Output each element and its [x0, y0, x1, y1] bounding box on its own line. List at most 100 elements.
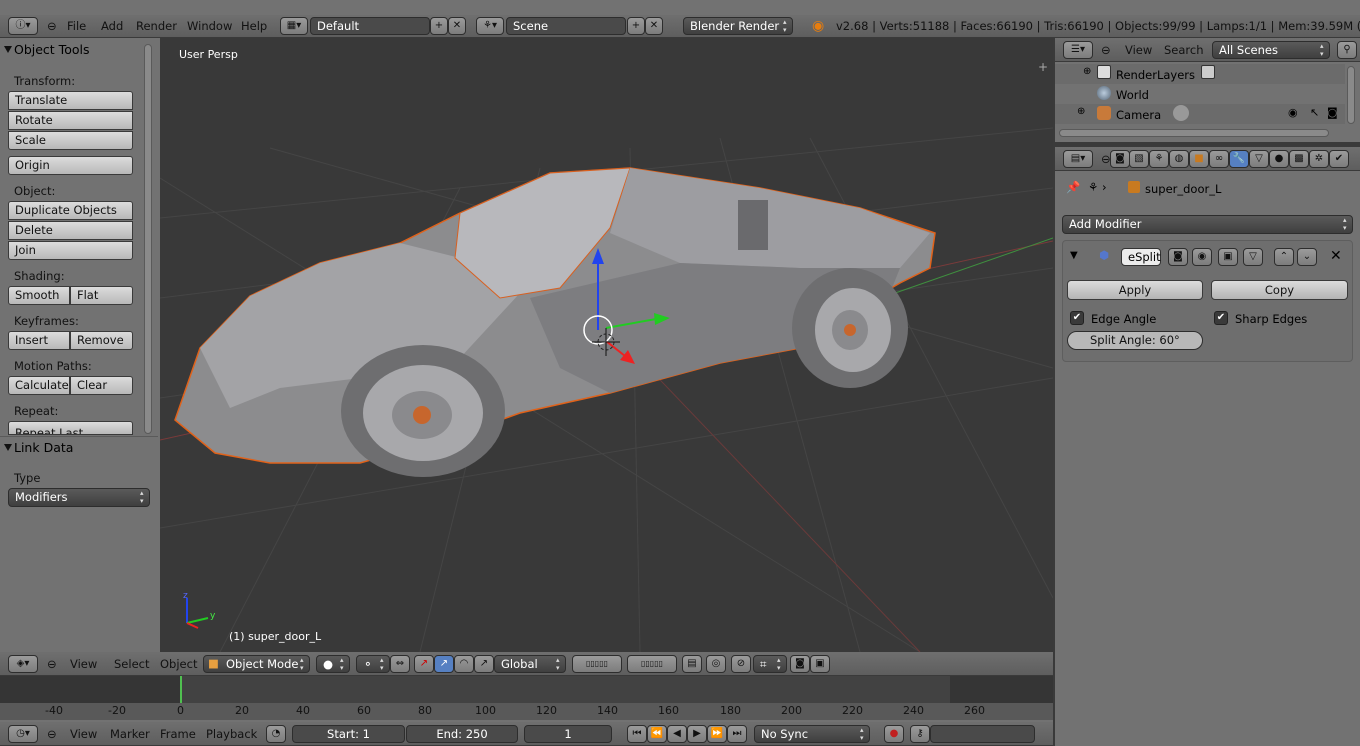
add-layout-button[interactable]: + — [430, 17, 448, 35]
tab-layers-icon[interactable]: ▧ — [1129, 150, 1149, 168]
pivot-dropdown[interactable]: ⚬ — [356, 655, 390, 673]
tab-render-icon[interactable]: ◙ — [1110, 150, 1130, 168]
add-modifier-dropdown[interactable]: Add Modifier — [1062, 215, 1353, 234]
snap-icon[interactable]: ⊘ — [731, 655, 751, 673]
play-icon[interactable]: ▶ — [687, 725, 707, 743]
delete-button[interactable]: Delete — [8, 221, 133, 240]
menu-view-timeline[interactable]: View — [70, 723, 97, 745]
outliner-menu-search[interactable]: Search — [1164, 39, 1204, 61]
modifier-render-icon[interactable]: ◙ — [1168, 248, 1188, 266]
outliner-menu-view[interactable]: View — [1125, 39, 1152, 61]
object-tools-header[interactable]: Object Tools — [0, 40, 89, 60]
start-frame-field[interactable]: Start: 1 — [292, 725, 405, 743]
tab-particles-icon[interactable]: ✲ — [1309, 150, 1329, 168]
duplicate-objects-button[interactable]: Duplicate Objects — [8, 201, 133, 220]
outliner-item-renderlayers[interactable]: RenderLayers — [1116, 68, 1195, 82]
rotate-button[interactable]: Rotate — [8, 111, 133, 130]
sync-dropdown[interactable]: No Sync — [754, 725, 870, 743]
link-data-header[interactable]: Link Data — [0, 438, 73, 458]
menu-view[interactable]: View — [70, 653, 97, 675]
flat-button[interactable]: Flat — [70, 286, 133, 305]
scale-button[interactable]: Scale — [8, 131, 133, 150]
render-still-icon[interactable]: ◙ — [790, 655, 810, 673]
menu-frame[interactable]: Frame — [160, 723, 196, 745]
modifier-cage-icon[interactable]: ▽ — [1243, 248, 1263, 266]
outliner-row[interactable]: World — [1055, 84, 1345, 104]
add-scene-button[interactable]: + — [627, 17, 645, 35]
current-frame-field[interactable]: 1 — [524, 725, 612, 743]
calculate-button[interactable]: Calculate — [8, 376, 70, 395]
tab-world-icon[interactable]: ◍ — [1169, 150, 1189, 168]
timeline-area[interactable]: -40 -20 0 20 40 60 80 100 120 140 160 18… — [0, 676, 1053, 720]
layout-icon[interactable]: ▦▾ — [280, 17, 308, 35]
orientation-icon[interactable]: ↗ — [474, 655, 494, 673]
translate-button[interactable]: Translate — [8, 91, 133, 110]
manipulator-icon[interactable]: ⇔ — [390, 655, 410, 673]
modifier-collapse-icon[interactable]: ▼ — [1070, 250, 1078, 261]
outliner-search-icon[interactable]: ⚲ — [1337, 41, 1357, 59]
split-angle-field[interactable]: Split Angle: 60° — [1067, 331, 1203, 350]
proportional-icon[interactable]: ◎ — [706, 655, 726, 673]
outliner-item-camera[interactable]: Camera — [1116, 108, 1161, 122]
remove-scene-button[interactable]: ✕ — [645, 17, 663, 35]
menu-object[interactable]: Object — [160, 653, 197, 675]
outliner-item-world[interactable]: World — [1116, 88, 1149, 102]
preview-range-icon[interactable]: ◔ — [266, 725, 286, 743]
collapse-menu-icon-2[interactable]: ⊖ — [47, 653, 57, 675]
insert-keyframe-button[interactable]: Insert — [8, 331, 70, 350]
render-engine-dropdown[interactable]: Blender Render — [683, 17, 793, 35]
play-reverse-icon[interactable]: ◀ — [667, 725, 687, 743]
menu-marker[interactable]: Marker — [110, 723, 150, 745]
expand-icon[interactable]: ⊕ — [1083, 66, 1091, 77]
view3d-editor-icon[interactable]: ◈▾ — [8, 655, 38, 673]
join-button[interactable]: Join — [8, 241, 133, 260]
origin-button[interactable]: Origin — [8, 156, 133, 175]
remove-layout-button[interactable]: ✕ — [448, 17, 466, 35]
layers-group-1[interactable]: ▯▯▯▯▯ — [572, 655, 622, 673]
copy-button[interactable]: Copy — [1211, 280, 1348, 300]
outliner-row[interactable]: ⊕ RenderLayers — [1055, 64, 1345, 84]
apply-button[interactable]: Apply — [1067, 280, 1203, 300]
tab-material-icon[interactable]: ● — [1269, 150, 1289, 168]
outliner[interactable]: ☰▾ ⊖ View Search All Scenes ⚲ ⊕ RenderLa… — [1055, 38, 1360, 142]
pin-icon[interactable]: 📌 — [1066, 180, 1080, 194]
keying-set-field[interactable] — [930, 725, 1035, 743]
snap-element-dropdown[interactable]: ⌗ — [753, 655, 787, 673]
outliner-filter-dropdown[interactable]: All Scenes — [1212, 41, 1330, 59]
next-key-icon[interactable]: ⏩ — [707, 725, 727, 743]
visibility-eye-icon[interactable]: ◉ — [1288, 106, 1298, 119]
tab-object-icon[interactable]: ■ — [1189, 150, 1209, 168]
render-anim-icon[interactable]: ▣ — [810, 655, 830, 673]
outliner-hscroll[interactable] — [1059, 129, 1329, 137]
modifier-name-field[interactable]: eSplit — [1121, 248, 1161, 266]
expand-icon[interactable]: ⊕ — [1077, 106, 1085, 117]
properties-editor-icon[interactable]: ▤▾ — [1063, 150, 1093, 168]
keying-set-icon[interactable]: ⚷ — [910, 725, 930, 743]
record-icon[interactable]: ● — [884, 725, 904, 743]
properties-editor[interactable]: ▤▾ ⊖ ◙ ▧ ⚘ ◍ ■ ∞ 🔧 ▽ ● ▩ ✲ ✔ 📌 ⚘ › super… — [1055, 147, 1360, 746]
outliner-row[interactable]: ⊕ Camera ◉ ↖ ◙ — [1055, 104, 1345, 124]
type-dropdown[interactable]: Modifiers — [8, 488, 150, 507]
layers-group-2[interactable]: ▯▯▯▯▯ — [627, 655, 677, 673]
menu-help[interactable]: Help — [241, 15, 267, 37]
3d-viewport[interactable]: z y User Persp (1) super_door_L + — [160, 38, 1053, 652]
edge-angle-checkbox[interactable]: ✔ — [1070, 311, 1084, 325]
menu-render[interactable]: Render — [136, 15, 177, 37]
object-mode-dropdown[interactable]: Object Mode — [203, 655, 310, 673]
menu-window[interactable]: Window — [187, 15, 232, 37]
collapse-menu-icon-4[interactable]: ⊖ — [1101, 39, 1111, 61]
select-cursor-icon[interactable]: ↖ — [1310, 106, 1319, 119]
remove-modifier-icon[interactable]: ✕ — [1330, 248, 1342, 264]
repeat-last-button[interactable]: Repeat Last — [8, 421, 133, 435]
shading-dropdown[interactable]: ● — [316, 655, 350, 673]
layout-field[interactable]: Default — [310, 17, 430, 35]
scale-manip-icon[interactable]: ◠ — [454, 655, 474, 673]
collapse-menu-icon-3[interactable]: ⊖ — [47, 723, 57, 745]
prev-key-icon[interactable]: ⏪ — [647, 725, 667, 743]
sharp-edges-checkbox[interactable]: ✔ — [1214, 311, 1228, 325]
tool-shelf-scrollbar[interactable] — [144, 44, 152, 434]
outliner-vscroll[interactable] — [1347, 66, 1355, 124]
menu-add[interactable]: Add — [101, 15, 123, 37]
viewport-add-icon[interactable]: + — [1038, 60, 1048, 74]
remove-keyframe-button[interactable]: Remove — [70, 331, 133, 350]
